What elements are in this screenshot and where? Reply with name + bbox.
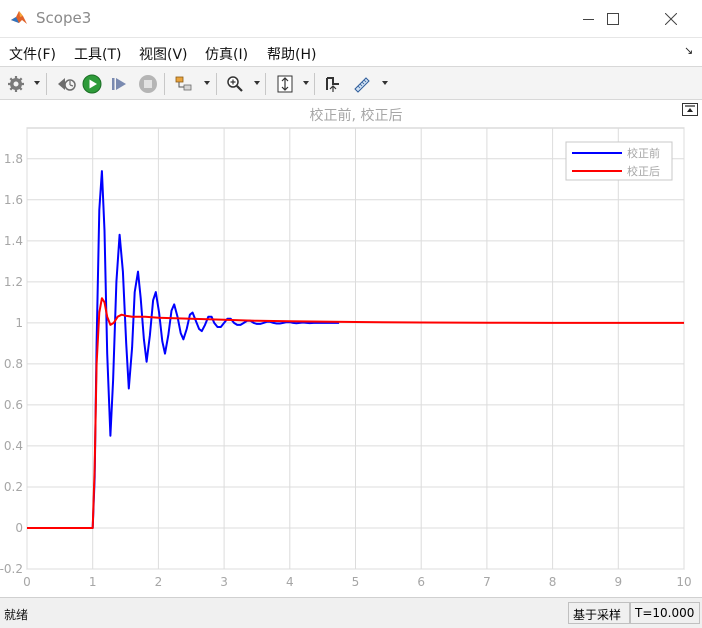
menu-bar: 文件(F) 工具(T) 视图(V) 仿真(I) 帮助(H) ↘ [0,38,702,66]
y-tick-label: 1.8 [4,152,23,166]
window-title: Scope3 [36,9,92,27]
legend-label-before: 校正前 [627,146,660,160]
toolbar-separator [46,73,47,95]
x-tick-label: 6 [417,575,425,589]
measurements-dropdown-icon[interactable] [382,81,388,85]
menu-file[interactable]: 文件(F) [9,44,56,64]
toolbar-separator [164,73,165,95]
step-back-button[interactable] [55,73,77,95]
highlight-dropdown-icon[interactable] [204,81,210,85]
menu-help[interactable]: 帮助(H) [267,44,316,64]
highlight-block-button[interactable] [173,73,195,95]
scope-chart[interactable]: 校正前, 校正后 0 1 2 3 4 5 6 7 8 9 10-0.200.20.40.60.811… [0,100,702,597]
series-line-before-correction [27,170,340,529]
x-tick-label: 10 [676,575,691,589]
cursor-measurements-button[interactable] [351,73,373,95]
x-tick-label: 2 [155,575,163,589]
zoom-in-icon [227,76,243,92]
stop-button[interactable] [137,73,159,95]
x-tick-label: 0 [23,575,31,589]
x-tick-label: 4 [286,575,294,589]
expand-icon [685,105,695,112]
zoom-dropdown-icon[interactable] [254,81,260,85]
gear-icon [8,76,24,92]
autoscale-dropdown-icon[interactable] [303,81,309,85]
sample-mode-label: 基于采样 [568,602,630,624]
ruler-icon [354,77,370,93]
matlab-logo-icon [11,11,27,24]
play-icon [82,74,102,94]
simulation-time: T=10.000 [630,602,700,624]
panel-expand-button[interactable] [682,103,698,116]
x-tick-label: 9 [614,575,622,589]
y-tick-label: 0 [15,521,23,535]
signal-tree-icon [175,76,192,91]
y-tick-label: 0.8 [4,357,23,371]
zoom-button[interactable] [224,73,246,95]
status-bar: 就绪 基于采样 T=10.000 [0,597,702,628]
title-bar: Scope3 [0,0,702,38]
autoscale-button[interactable] [274,73,296,95]
y-tick-label: -0.2 [0,562,23,576]
x-tick-label: 5 [352,575,360,589]
chart-title: 校正前, 校正后 [310,107,403,124]
legend-label-after: 校正后 [627,164,660,178]
toolbar-separator [314,73,315,95]
step-forward-icon [112,78,126,90]
y-tick-label: 0.4 [4,439,23,453]
y-tick-label: 0.2 [4,480,23,494]
run-button[interactable] [81,73,103,95]
y-tick-label: 0.6 [4,398,23,412]
settings-dropdown-icon[interactable] [34,81,40,85]
x-tick-label: 3 [220,575,228,589]
y-tick-label: 1.6 [4,193,23,207]
x-tick-label: 7 [483,575,491,589]
x-tick-label: 1 [89,575,97,589]
menu-view[interactable]: 视图(V) [139,44,188,64]
menu-tools[interactable]: 工具(T) [74,44,121,64]
toolbar-separator [265,73,266,95]
y-tick-label: 1 [15,316,23,330]
close-icon [665,13,677,25]
settings-button[interactable] [5,73,27,95]
scope-plot-panel: 校正前, 校正后 0 1 2 3 4 5 6 7 8 9 10 -0.2 0 0.2 0.4 0.6 0.8 1 1… [0,100,702,597]
autoscale-icon [277,75,293,93]
x-tick-label: 8 [549,575,557,589]
trigger-icon [326,77,339,92]
step-forward-button[interactable] [108,73,130,95]
y-tick-label: 1.2 [4,275,23,289]
legend: 校正前 校正后 [565,141,673,181]
toolbar [0,66,702,100]
undock-arrow-icon[interactable]: ↘ [684,44,693,57]
menu-simulation[interactable]: 仿真(I) [205,44,248,64]
status-text: 就绪 [4,608,29,622]
triggers-button[interactable] [322,73,344,95]
step-back-icon [58,78,76,91]
toolbar-separator [216,73,217,95]
stop-icon [139,75,157,93]
maximize-button[interactable] [590,0,636,38]
maximize-icon [607,13,619,25]
close-button[interactable] [648,0,694,38]
y-tick-label: 1.4 [4,234,23,248]
